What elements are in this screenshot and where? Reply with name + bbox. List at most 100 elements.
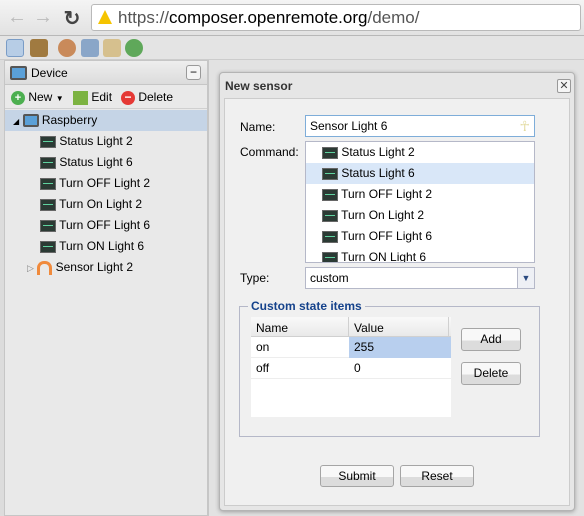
command-icon: [322, 146, 338, 159]
dialog-title: New sensor: [225, 79, 293, 93]
command-icon: [322, 251, 338, 262]
command-option[interactable]: Status Light 6: [306, 163, 534, 184]
dropdown-arrow-icon: ▼: [55, 94, 64, 103]
new-label: New: [28, 90, 53, 104]
user-icon[interactable]: [58, 39, 76, 57]
tree-item-command[interactable]: Turn ON Light 6: [5, 236, 207, 257]
delete-label: Delete: [138, 90, 174, 104]
delete-button[interactable]: − Delete: [121, 89, 173, 105]
ui-designer-icon[interactable]: [30, 39, 48, 57]
files-icon[interactable]: [103, 39, 121, 57]
device-panel: Device − + New ▼ Edit − Delete ◢ Raspber…: [4, 60, 208, 516]
reload-icon[interactable]: ↻: [61, 6, 83, 31]
url-scheme: https://: [118, 8, 170, 27]
warning-lock-icon: [98, 10, 112, 24]
tree-label: Turn ON Light 6: [59, 239, 145, 253]
app-toolbar: [0, 36, 584, 60]
grid-row[interactable]: off 0: [251, 358, 451, 379]
command-option[interactable]: Turn On Light 2: [306, 205, 534, 226]
submit-button[interactable]: Submit: [320, 465, 394, 487]
back-icon[interactable]: ←: [6, 6, 28, 29]
edit-icon: [73, 90, 88, 105]
add-button[interactable]: Add: [461, 328, 521, 351]
device-toolbar: + New ▼ Edit − Delete: [5, 85, 207, 109]
name-label: Name:: [240, 120, 276, 134]
command-icon: [40, 177, 56, 190]
tree-item-command[interactable]: Turn On Light 2: [5, 194, 207, 215]
grid-row[interactable]: on 255: [251, 337, 451, 358]
command-option[interactable]: Turn ON Light 6: [306, 247, 534, 263]
device-icon: [10, 66, 27, 80]
panel-title: Device: [31, 66, 68, 80]
edit-button[interactable]: Edit: [73, 89, 112, 105]
new-sensor-dialog: New sensor ✕ Name: Sensor Light 6 ☥ Comma…: [219, 72, 575, 511]
cell-name[interactable]: off: [256, 358, 269, 379]
expanded-arrow-icon[interactable]: ◢: [13, 117, 19, 126]
command-option[interactable]: Turn OFF Light 2: [306, 184, 534, 205]
forward-icon[interactable]: →: [32, 6, 54, 29]
collapsed-arrow-icon[interactable]: ▷: [27, 263, 34, 273]
command-icon: [322, 167, 338, 180]
type-value: custom: [310, 271, 349, 285]
delete-icon: −: [121, 90, 135, 105]
command-label: Turn ON Light 6: [341, 250, 427, 263]
grid-header: Name Value: [251, 317, 451, 337]
command-icon: [40, 135, 56, 148]
column-header-name[interactable]: Name: [256, 321, 288, 335]
tree-item-sensor[interactable]: ▷ Sensor Light 2: [5, 257, 207, 278]
cell-value[interactable]: 255: [349, 337, 451, 358]
command-icon: [40, 156, 56, 169]
tree-item-command[interactable]: Status Light 6: [5, 152, 207, 173]
command-icon: [40, 219, 56, 232]
tree-label: Raspberry: [41, 113, 98, 127]
type-select[interactable]: custom ▼: [305, 267, 535, 289]
tree-label: Status Light 2: [59, 134, 133, 148]
url-host: composer.openremote.org: [169, 8, 368, 27]
command-label: Turn OFF Light 6: [341, 229, 433, 243]
building-modeler-icon[interactable]: [6, 39, 24, 57]
fieldset-legend: Custom state items: [251, 299, 362, 313]
cell-value[interactable]: 0: [354, 358, 361, 379]
command-label: Turn On Light 2: [341, 208, 425, 222]
tree-item-command[interactable]: Turn OFF Light 6: [5, 215, 207, 236]
command-label: Command:: [240, 145, 299, 159]
edit-label: Edit: [91, 90, 113, 104]
command-option[interactable]: Status Light 2: [306, 142, 534, 163]
command-label: Status Light 6: [341, 166, 415, 180]
ankh-icon: ☥: [519, 118, 530, 134]
dialog-body: Name: Sensor Light 6 ☥ Command: Status Li…: [224, 98, 570, 506]
reset-button[interactable]: Reset: [400, 465, 474, 487]
url-bar[interactable]: https://composer.openremote.org/demo/: [91, 4, 581, 31]
url-path: /demo/: [367, 8, 420, 27]
close-icon[interactable]: ✕: [557, 79, 571, 93]
command-icon: [322, 188, 338, 201]
tree-label: Status Light 6: [59, 155, 133, 169]
save-icon[interactable]: [81, 39, 99, 57]
globe-icon[interactable]: [125, 39, 143, 57]
command-label: Turn OFF Light 2: [341, 187, 433, 201]
new-button[interactable]: + New ▼: [11, 89, 64, 107]
command-icon: [322, 209, 338, 222]
sensor-icon: [37, 260, 53, 275]
command-label: Status Light 2: [341, 145, 415, 159]
cell-name[interactable]: on: [256, 337, 269, 358]
tree-item-raspberry[interactable]: ◢ Raspberry: [5, 110, 207, 131]
command-list[interactable]: Status Light 2 Status Light 6 Turn OFF L…: [305, 141, 535, 263]
name-input[interactable]: Sensor Light 6 ☥: [305, 115, 535, 137]
command-option[interactable]: Turn OFF Light 6: [306, 226, 534, 247]
name-value: Sensor Light 6: [310, 119, 388, 133]
column-header-value[interactable]: Value: [354, 321, 384, 335]
command-icon: [40, 240, 56, 253]
chevron-down-icon[interactable]: ▼: [517, 268, 534, 288]
tree-label: Turn OFF Light 2: [59, 176, 151, 190]
state-grid: Name Value on 255 off 0: [251, 317, 451, 417]
device-panel-header: Device −: [5, 61, 207, 85]
tree-item-command[interactable]: Status Light 2: [5, 131, 207, 152]
command-icon: [40, 198, 56, 211]
browser-bar: ← → ↻ https://composer.openremote.org/de…: [0, 0, 584, 36]
delete-state-button[interactable]: Delete: [461, 362, 521, 385]
collapse-button[interactable]: −: [186, 65, 201, 80]
type-label: Type:: [240, 271, 270, 285]
tree-label: Sensor Light 2: [55, 260, 133, 274]
tree-item-command[interactable]: Turn OFF Light 2: [5, 173, 207, 194]
